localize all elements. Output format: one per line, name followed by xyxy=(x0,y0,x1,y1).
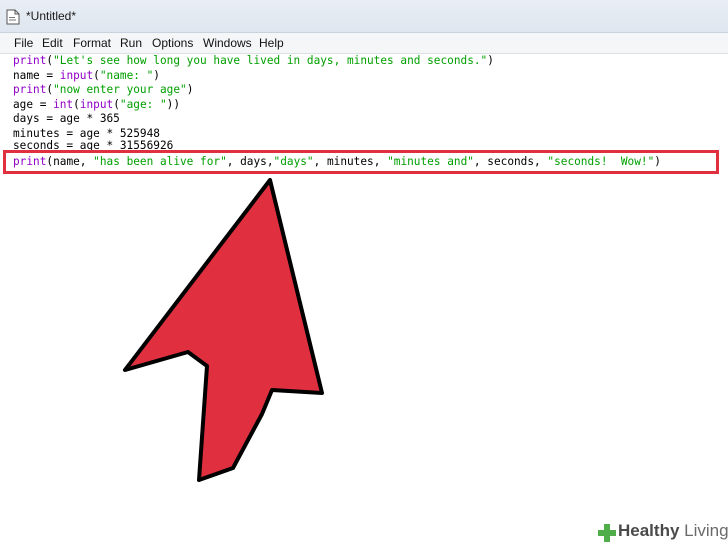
code-token: "name: " xyxy=(99,68,154,82)
menu-run[interactable]: Run xyxy=(120,36,142,50)
idle-editor-window: *Untitled* File Edit Format Run Options … xyxy=(0,0,728,546)
code-token: input xyxy=(59,68,94,82)
menu-help[interactable]: Help xyxy=(259,36,284,50)
menu-bar: File Edit Format Run Options Windows Hel… xyxy=(0,33,728,54)
code-token: print xyxy=(13,83,47,96)
watermark-bold: Healthy xyxy=(618,521,680,540)
code-line: days = age * 365 xyxy=(13,112,120,126)
code-token: )) xyxy=(166,97,181,111)
code-token: ( xyxy=(73,97,80,111)
code-token: ( xyxy=(113,97,120,111)
code-editor[interactable]: print("Let's see how long you have lived… xyxy=(0,54,728,546)
window-title: *Untitled* xyxy=(26,9,77,23)
code-token: name = xyxy=(13,68,60,82)
code-line: print("Let's see how long you have lived… xyxy=(13,54,494,68)
code-token: ) xyxy=(487,54,494,67)
wikihow-cross-icon xyxy=(598,524,616,542)
code-token: age = xyxy=(13,97,54,111)
code-token: print xyxy=(13,54,47,67)
code-token: int xyxy=(53,97,74,111)
highlight-box xyxy=(3,150,719,174)
watermark-rest: Living xyxy=(679,521,728,540)
code-token: minutes = age * 525948 xyxy=(13,126,160,140)
code-token: "Let's see how long you have lived in da… xyxy=(53,54,488,67)
menu-windows[interactable]: Windows xyxy=(203,36,252,50)
watermark: Healthy Living xyxy=(590,518,728,546)
menu-file[interactable]: File xyxy=(14,36,33,50)
code-token: ) xyxy=(153,68,160,82)
code-line: name = input("name: ") xyxy=(13,69,160,83)
title-bar: *Untitled* xyxy=(0,0,728,33)
code-token: ) xyxy=(186,83,194,96)
code-token: days = age * 365 xyxy=(13,112,120,125)
code-line: print("now enter your age") xyxy=(13,83,193,97)
code-token: "now enter your age" xyxy=(53,83,187,96)
code-token: ( xyxy=(93,68,100,82)
code-token: input xyxy=(79,97,114,111)
menu-format[interactable]: Format xyxy=(73,36,111,50)
document-icon xyxy=(6,9,20,25)
code-token: "age: " xyxy=(119,97,167,111)
menu-edit[interactable]: Edit xyxy=(42,36,63,50)
code-line: age = int(input("age: ")) xyxy=(13,98,180,112)
menu-options[interactable]: Options xyxy=(152,36,193,50)
